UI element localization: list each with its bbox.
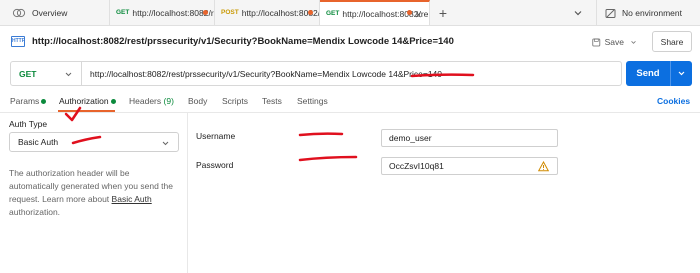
- auth-description: The authorization header will be automat…: [9, 167, 181, 219]
- unsaved-dot-icon: [203, 10, 208, 15]
- basic-auth-link[interactable]: Basic Auth: [112, 194, 152, 204]
- request-subtabs: Params Authorization Headers (9) Body Sc…: [0, 93, 700, 112]
- status-dot-icon: [41, 99, 47, 105]
- auth-type-select[interactable]: Basic Auth: [9, 132, 179, 152]
- tab-request-2[interactable]: POST http://localhost:8082/r: [215, 0, 320, 25]
- tab-body[interactable]: Body: [188, 96, 207, 106]
- method-label: GET: [19, 68, 37, 79]
- warning-icon: [538, 161, 549, 172]
- send-options-button[interactable]: [670, 61, 692, 86]
- tab-authorization[interactable]: Authorization: [59, 96, 116, 106]
- panel-divider: [187, 113, 188, 273]
- chevron-down-icon: [678, 71, 685, 76]
- status-dot-icon: [110, 99, 116, 105]
- divider: [0, 112, 700, 113]
- chevron-down-icon[interactable]: [630, 38, 637, 47]
- headers-count: (9): [163, 96, 174, 106]
- tab-params[interactable]: Params: [10, 96, 47, 106]
- new-tab-plus-icon[interactable]: +: [430, 0, 456, 25]
- password-value: OccZsvI10q81: [389, 161, 444, 171]
- no-environment-icon: [605, 8, 616, 18]
- save-icon: [592, 38, 601, 46]
- tab-overview-label: Overview: [32, 7, 68, 18]
- overview-icon: [12, 8, 26, 18]
- save-button[interactable]: Save: [592, 32, 637, 52]
- cookies-link[interactable]: Cookies: [657, 96, 690, 106]
- chevron-down-icon: [162, 141, 169, 146]
- tab-request-3-active[interactable]: GET http://localhost:8082/re ✕: [320, 0, 430, 25]
- username-field[interactable]: demo_user: [381, 129, 558, 147]
- annotation-underline-password: [298, 155, 358, 162]
- tab-params-label: Params: [10, 96, 40, 106]
- tab-headers-label: Headers: [129, 96, 162, 106]
- unsaved-dot-icon: [308, 10, 313, 15]
- annotation-underline-username: [298, 132, 344, 137]
- unsaved-dot-icon: [407, 10, 412, 15]
- close-icon[interactable]: ✕: [414, 10, 422, 21]
- method-select[interactable]: GET: [11, 62, 82, 85]
- chevron-down-icon: [65, 72, 72, 77]
- auth-type-label: Auth Type: [9, 119, 48, 129]
- tab-scripts[interactable]: Scripts: [222, 96, 248, 106]
- environment-label: No environment: [622, 8, 683, 18]
- tab-authorization-label: Authorization: [59, 96, 109, 106]
- password-field[interactable]: OccZsvI10q81: [381, 157, 558, 175]
- save-label: Save: [604, 37, 624, 47]
- tab-request-1[interactable]: GET http://localhost:8082/re: [110, 0, 215, 25]
- tab-overview[interactable]: Overview: [0, 0, 110, 25]
- request-title[interactable]: http://localhost:8082/rest/prssecurity/v…: [32, 36, 454, 47]
- password-label: Password: [196, 160, 234, 170]
- tab-headers[interactable]: Headers (9): [129, 96, 174, 106]
- url-bar: GET http://localhost:8082/rest/prssecuri…: [10, 61, 622, 86]
- http-request-icon: HTTP: [11, 36, 25, 47]
- send-button-group: Send: [626, 61, 692, 86]
- chevron-down-icon[interactable]: [572, 7, 584, 19]
- share-button[interactable]: Share: [652, 31, 692, 52]
- username-label: Username: [196, 131, 236, 141]
- tab-method: GET: [326, 10, 340, 17]
- auth-type-value: Basic Auth: [18, 137, 59, 147]
- auth-desc-suffix: authorization.: [9, 207, 61, 217]
- tab-method: POST: [221, 9, 239, 16]
- url-input[interactable]: http://localhost:8082/rest/prssecurity/v…: [82, 69, 442, 79]
- tab-tests[interactable]: Tests: [262, 96, 282, 106]
- tab-strip: Overview GET http://localhost:8082/re PO…: [0, 0, 700, 26]
- request-title-row: HTTP http://localhost:8082/rest/prssecur…: [0, 27, 700, 55]
- tab-method: GET: [116, 9, 130, 16]
- environment-selector[interactable]: No environment: [596, 0, 700, 26]
- tab-settings[interactable]: Settings: [297, 96, 328, 106]
- send-button[interactable]: Send: [626, 68, 670, 79]
